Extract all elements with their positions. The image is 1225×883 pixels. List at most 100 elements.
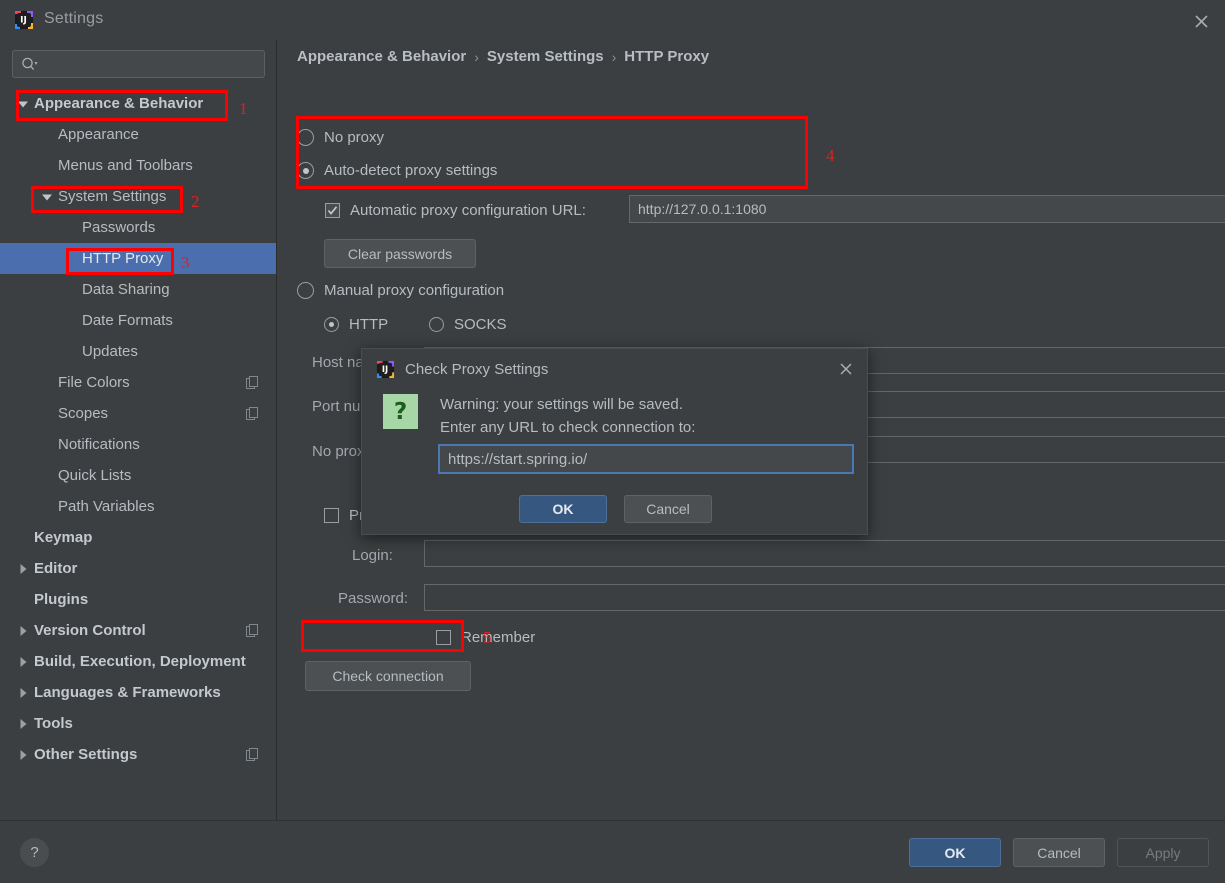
radio-manual-proxy-row[interactable]: Manual proxy configuration <box>297 282 504 299</box>
chevron-right-icon[interactable] <box>16 686 30 700</box>
cancel-button[interactable]: Cancel <box>1013 838 1105 867</box>
sidebar-item-label: Quick Lists <box>58 467 131 484</box>
sidebar-item-editor[interactable]: Editor <box>0 553 277 584</box>
radio-manual-proxy[interactable] <box>297 282 314 299</box>
sidebar-item-label: Languages & Frameworks <box>34 684 221 701</box>
apply-button[interactable]: Apply <box>1117 838 1209 867</box>
copy-settings-icon[interactable] <box>246 407 259 420</box>
radio-http[interactable] <box>324 317 339 332</box>
apply-label: Apply <box>1145 845 1180 861</box>
sidebar-item-build-execution-deployment[interactable]: Build, Execution, Deployment <box>0 646 277 677</box>
chevron-right-icon[interactable] <box>16 624 30 638</box>
radio-socks[interactable] <box>429 317 444 332</box>
login-input[interactable] <box>424 540 1225 567</box>
copy-settings-icon[interactable] <box>246 376 259 389</box>
modal-ok-label: OK <box>553 501 574 517</box>
sidebar-item-scopes[interactable]: Scopes <box>0 398 277 429</box>
sidebar-item-system-settings[interactable]: System Settings <box>0 181 277 212</box>
sidebar-item-appearance[interactable]: Appearance <box>0 119 277 150</box>
checkbox-auto-config-url-row[interactable]: Automatic proxy configuration URL: <box>325 202 586 219</box>
sidebar-item-label: Scopes <box>58 405 108 422</box>
check-connection-button[interactable]: Check connection <box>305 661 471 691</box>
cancel-label: Cancel <box>1037 845 1081 861</box>
sidebar-item-menus-and-toolbars[interactable]: Menus and Toolbars <box>0 150 277 181</box>
modal-cancel-button[interactable]: Cancel <box>624 495 712 523</box>
checkbox-remember-label: Remember <box>461 629 535 646</box>
sidebar-item-http-proxy[interactable]: HTTP Proxy <box>0 243 277 274</box>
radio-auto-detect-row[interactable]: Auto-detect proxy settings <box>297 162 497 179</box>
sidebar-item-other-settings[interactable]: Other Settings <box>0 739 277 770</box>
checkbox-proxy-auth[interactable] <box>324 508 339 523</box>
svg-text:IJ: IJ <box>20 16 27 26</box>
radio-socks-label: SOCKS <box>454 316 507 333</box>
modal-message-line1: Warning: your settings will be saved. <box>440 396 683 413</box>
sidebar-item-languages-frameworks[interactable]: Languages & Frameworks <box>0 677 277 708</box>
checkbox-auto-config-url-label: Automatic proxy configuration URL: <box>350 202 586 219</box>
chevron-down-icon[interactable] <box>16 97 30 111</box>
chevron-down-icon[interactable] <box>40 190 54 204</box>
close-icon[interactable] <box>1189 9 1213 33</box>
sidebar-item-data-sharing[interactable]: Data Sharing <box>0 274 277 305</box>
copy-settings-icon[interactable] <box>246 624 259 637</box>
sidebar-item-updates[interactable]: Updates <box>0 336 277 367</box>
breadcrumb-item-appearance-behavior[interactable]: Appearance & Behavior <box>297 48 466 65</box>
search-input[interactable] <box>42 57 242 72</box>
radio-socks-row[interactable]: SOCKS <box>429 316 507 333</box>
sidebar-item-appearance-behavior[interactable]: Appearance & Behavior <box>0 88 277 119</box>
search-box[interactable] <box>12 50 265 78</box>
sidebar-item-plugins[interactable]: Plugins <box>0 584 277 615</box>
clear-passwords-button[interactable]: Clear passwords <box>324 239 476 268</box>
intellij-idea-icon: IJ <box>376 360 395 379</box>
chevron-right-icon[interactable] <box>16 655 30 669</box>
modal-message-line2: Enter any URL to check connection to: <box>440 419 695 436</box>
breadcrumb-item-system-settings[interactable]: System Settings <box>487 48 604 65</box>
auto-config-url-input[interactable]: http://127.0.0.1:1080 <box>629 195 1225 223</box>
radio-auto-detect-proxy[interactable] <box>297 162 314 179</box>
sidebar-item-quick-lists[interactable]: Quick Lists <box>0 460 277 491</box>
settings-sidebar: Appearance & BehaviorAppearanceMenus and… <box>0 40 277 820</box>
sidebar-item-label: Keymap <box>34 529 92 546</box>
ok-button[interactable]: OK <box>909 838 1001 867</box>
title-bar: IJ Settings <box>0 0 1225 40</box>
check-url-input[interactable]: https://start.spring.io/ <box>438 444 854 474</box>
intellij-idea-icon: IJ <box>14 10 34 30</box>
close-icon[interactable] <box>835 358 857 380</box>
sidebar-item-label: Build, Execution, Deployment <box>34 653 246 670</box>
sidebar-item-version-control[interactable]: Version Control <box>0 615 277 646</box>
password-label: Password: <box>338 590 408 607</box>
question-icon: ? <box>383 394 418 429</box>
password-input[interactable] <box>424 584 1225 611</box>
sidebar-item-passwords[interactable]: Passwords <box>0 212 277 243</box>
modal-ok-button[interactable]: OK <box>519 495 607 523</box>
annotation-number-2: 2 <box>191 192 200 212</box>
breadcrumb-separator-icon: › <box>474 49 479 65</box>
chevron-right-icon[interactable] <box>16 562 30 576</box>
help-button[interactable]: ? <box>20 838 49 867</box>
copy-settings-icon[interactable] <box>246 748 259 761</box>
radio-no-proxy-row[interactable]: No proxy <box>297 129 384 146</box>
search-field-wrapper <box>12 50 265 78</box>
sidebar-item-label: Editor <box>34 560 77 577</box>
sidebar-item-label: Date Formats <box>82 312 173 329</box>
window-title: Settings <box>44 10 103 28</box>
radio-no-proxy-label: No proxy <box>324 129 384 146</box>
ok-label: OK <box>945 845 966 861</box>
chevron-right-icon[interactable] <box>16 748 30 762</box>
annotation-number-1: 1 <box>239 99 248 119</box>
sidebar-item-date-formats[interactable]: Date Formats <box>0 305 277 336</box>
sidebar-item-label: Plugins <box>34 591 88 608</box>
sidebar-item-label: Updates <box>82 343 138 360</box>
radio-http-label: HTTP <box>349 316 388 333</box>
sidebar-item-path-variables[interactable]: Path Variables <box>0 491 277 522</box>
sidebar-item-tools[interactable]: Tools <box>0 708 277 739</box>
clear-passwords-label: Clear passwords <box>348 246 452 262</box>
chevron-right-icon[interactable] <box>16 717 30 731</box>
checkbox-auto-config-url[interactable] <box>325 203 340 218</box>
sidebar-item-keymap[interactable]: Keymap <box>0 522 277 553</box>
radio-no-proxy[interactable] <box>297 129 314 146</box>
checkbox-remember[interactable] <box>436 630 451 645</box>
svg-text:IJ: IJ <box>382 365 388 375</box>
radio-http-row[interactable]: HTTP <box>324 316 388 333</box>
sidebar-item-file-colors[interactable]: File Colors <box>0 367 277 398</box>
sidebar-item-notifications[interactable]: Notifications <box>0 429 277 460</box>
